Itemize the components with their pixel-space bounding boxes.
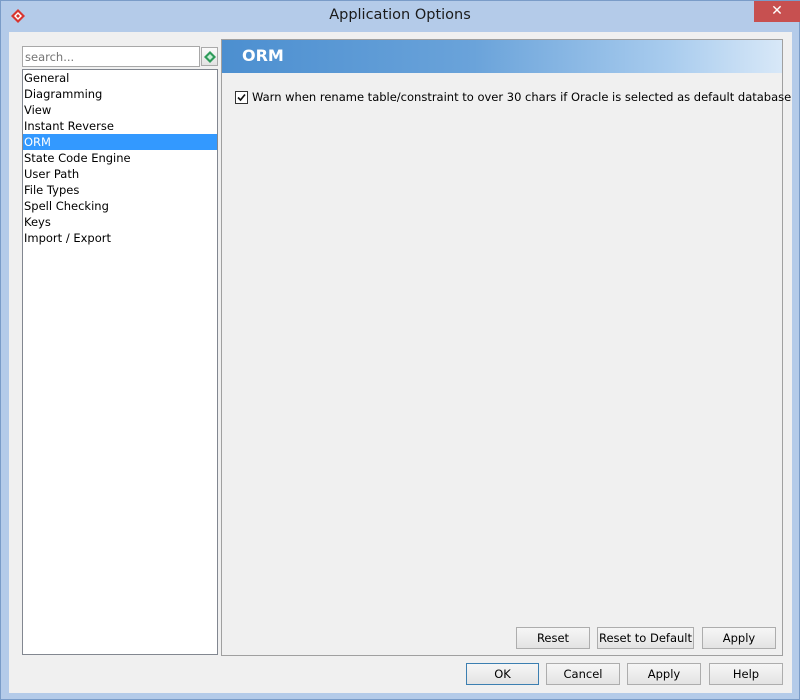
option-label: Warn when rename table/constraint to ove…	[252, 90, 792, 104]
search-input[interactable]	[23, 47, 199, 66]
search-button[interactable]	[201, 47, 218, 66]
options-panel: ORM Warn when rename table/constraint to…	[221, 39, 791, 656]
dialog-body: GeneralDiagrammingViewInstant ReverseORM…	[9, 32, 792, 693]
category-item-keys[interactable]: Keys	[23, 214, 217, 230]
ok-button[interactable]: OK	[466, 663, 539, 685]
green-diamond-icon	[204, 51, 216, 63]
category-item-general[interactable]: General	[23, 70, 217, 86]
category-list: General Diagramming View Instant Reverse ORM…	[22, 69, 218, 655]
panel-header: ORM	[222, 40, 782, 73]
application-options-window: Application Options ✕ GeneralDiagramming…	[0, 0, 800, 700]
category-item-instant-reverse[interactable]: Instant Reverse	[23, 118, 217, 134]
search-field[interactable]	[22, 46, 200, 67]
reset-to-default-button[interactable]: Reset to Default	[597, 627, 694, 649]
category-item-view[interactable]: View	[23, 102, 217, 118]
category-item-diagramming[interactable]: Diagramming	[23, 86, 217, 102]
checkmark-icon	[237, 93, 246, 101]
category-item-state-code-engine[interactable]: State Code Engine	[23, 150, 217, 166]
help-button[interactable]: Help	[709, 663, 783, 685]
category-item-import-export[interactable]: Import / Export	[23, 230, 217, 246]
cancel-button[interactable]: Cancel	[546, 663, 620, 685]
title-bar[interactable]: Application Options ✕	[1, 1, 800, 32]
category-item-orm[interactable]: ORM	[23, 134, 217, 150]
category-item-file-types[interactable]: File Types	[23, 182, 217, 198]
window-title: Application Options	[329, 7, 471, 23]
reset-button[interactable]: Reset	[516, 627, 590, 649]
panel-apply-button[interactable]: Apply	[702, 627, 776, 649]
category-item-spell-checking[interactable]: Spell Checking	[23, 198, 217, 214]
apply-button[interactable]: Apply	[627, 663, 701, 685]
category-item-user-path[interactable]: User Path	[23, 166, 217, 182]
option-oracle-rename-warning[interactable]: Warn when rename table/constraint to ove…	[235, 89, 791, 105]
checkbox[interactable]	[235, 90, 248, 104]
panel-title: ORM	[242, 46, 284, 65]
close-button[interactable]: ✕	[754, 1, 800, 22]
